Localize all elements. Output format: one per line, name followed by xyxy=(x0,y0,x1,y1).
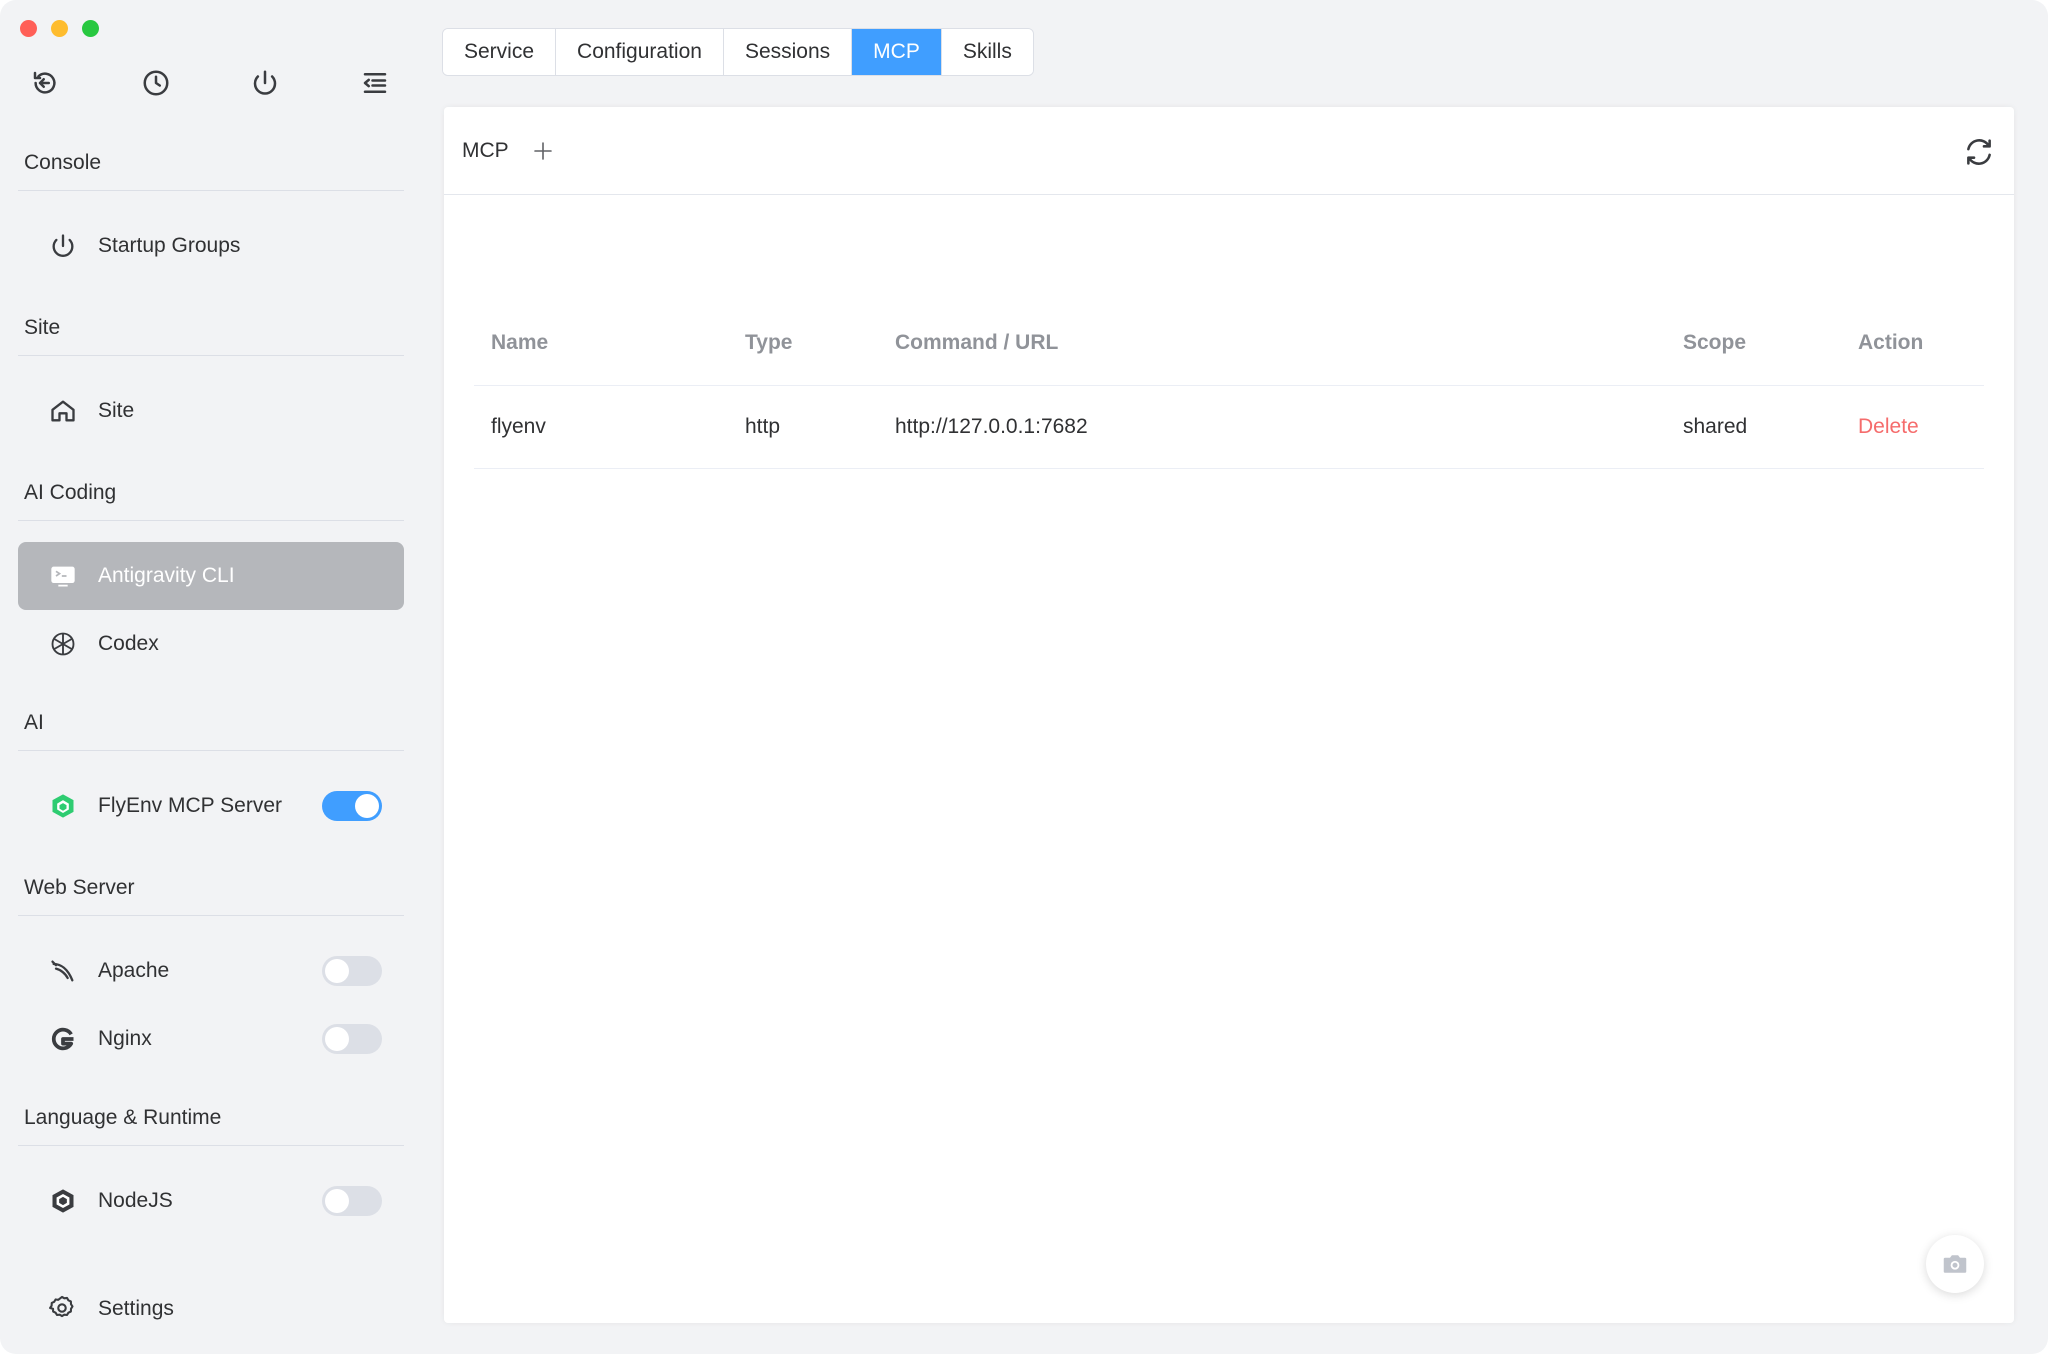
apache-toggle[interactable] xyxy=(322,956,382,986)
tab-service[interactable]: Service xyxy=(443,29,557,75)
sidebar-item-label: NodeJS xyxy=(98,1189,173,1212)
section-title-site: Site xyxy=(18,301,404,356)
mcp-panel: MCP Name Type Command / URL Scope Action… xyxy=(444,107,2014,1323)
gear-icon xyxy=(48,1294,78,1324)
menu-collapse-icon[interactable] xyxy=(360,68,392,100)
feather-icon xyxy=(48,956,78,986)
cell-command-url: http://127.0.0.1:7682 xyxy=(895,415,1088,438)
tab-skills[interactable]: Skills xyxy=(941,29,1033,75)
header-action: Action xyxy=(1858,331,1924,354)
sidebar-item-label: Codex xyxy=(98,632,159,655)
tab-bar: Service Configuration Sessions MCP Skill… xyxy=(442,28,1034,76)
sidebar-item-label: Site xyxy=(98,399,135,422)
section-title-ai: AI xyxy=(18,696,404,751)
panel-title: MCP xyxy=(462,138,509,162)
sidebar-item-label: FlyEnv MCP Server xyxy=(98,794,282,817)
mcp-table: Name Type Command / URL Scope Action fly… xyxy=(474,301,1984,469)
tab-configuration[interactable]: Configuration xyxy=(556,29,724,75)
section-title-web-server: Web Server xyxy=(18,861,404,916)
home-icon xyxy=(48,396,78,426)
power-icon xyxy=(48,231,78,261)
camera-icon xyxy=(1943,1255,1967,1273)
section-title-language-runtime: Language & Runtime xyxy=(18,1091,404,1146)
power-icon[interactable] xyxy=(250,68,282,100)
cube-icon xyxy=(48,791,78,821)
back-icon[interactable] xyxy=(30,68,62,100)
sidebar-item-settings[interactable]: Settings xyxy=(18,1272,404,1346)
table-header: Name Type Command / URL Scope Action xyxy=(474,301,1984,386)
nodejs-toggle[interactable] xyxy=(322,1186,382,1216)
sidebar-item-label: Apache xyxy=(98,959,170,982)
sidebar-item-codex[interactable]: Codex xyxy=(18,610,404,678)
nginx-icon xyxy=(48,1024,78,1054)
header-type: Type xyxy=(745,331,793,354)
add-icon[interactable] xyxy=(531,139,555,163)
section-title-console: Console xyxy=(18,136,404,191)
sidebar-item-nginx[interactable]: Nginx xyxy=(18,1005,404,1073)
header-name: Name xyxy=(491,331,549,354)
sidebar-item-flyenv-mcp-server[interactable]: FlyEnv MCP Server xyxy=(18,772,404,840)
panel-header: MCP xyxy=(444,107,2014,195)
app-window: Console Startup Groups Site Site AI Codi… xyxy=(0,0,2048,1354)
sidebar-item-apache[interactable]: Apache xyxy=(18,937,404,1005)
close-window-button[interactable] xyxy=(20,20,37,37)
history-icon[interactable] xyxy=(141,68,173,100)
cell-name: flyenv xyxy=(491,415,546,438)
flyenv-mcp-toggle[interactable] xyxy=(322,791,382,821)
terminal-icon xyxy=(48,561,78,591)
section-title-ai-coding: AI Coding xyxy=(18,466,404,521)
delete-button[interactable]: Delete xyxy=(1858,415,1919,438)
window-controls xyxy=(20,20,99,37)
cell-scope: shared xyxy=(1683,415,1748,438)
toolbar xyxy=(30,68,400,104)
sidebar-item-label: Nginx xyxy=(98,1027,152,1050)
sidebar-item-label: Startup Groups xyxy=(98,234,241,257)
minimize-window-button[interactable] xyxy=(51,20,68,37)
header-scope: Scope xyxy=(1683,331,1747,354)
sidebar-item-startup-groups[interactable]: Startup Groups xyxy=(18,212,404,280)
cell-type: http xyxy=(745,415,781,438)
screenshot-button[interactable] xyxy=(1926,1235,1984,1293)
sidebar-item-nodejs[interactable]: NodeJS xyxy=(18,1167,404,1235)
nodejs-icon xyxy=(48,1186,78,1216)
tab-sessions[interactable]: Sessions xyxy=(723,29,853,75)
nginx-toggle[interactable] xyxy=(322,1024,382,1054)
openai-icon xyxy=(48,629,78,659)
settings-label: Settings xyxy=(98,1297,174,1320)
refresh-icon[interactable] xyxy=(1962,135,1996,169)
sidebar-item-site[interactable]: Site xyxy=(18,377,404,445)
sidebar-item-antigravity-cli[interactable]: Antigravity CLI xyxy=(18,542,404,610)
sidebar-item-label: Antigravity CLI xyxy=(98,564,235,587)
maximize-window-button[interactable] xyxy=(82,20,99,37)
table-row: flyenv http http://127.0.0.1:7682 shared… xyxy=(474,386,1984,469)
header-command-url: Command / URL xyxy=(895,331,1059,354)
tab-mcp[interactable]: MCP xyxy=(852,29,942,75)
sidebar: Console Startup Groups Site Site AI Codi… xyxy=(18,136,404,1276)
